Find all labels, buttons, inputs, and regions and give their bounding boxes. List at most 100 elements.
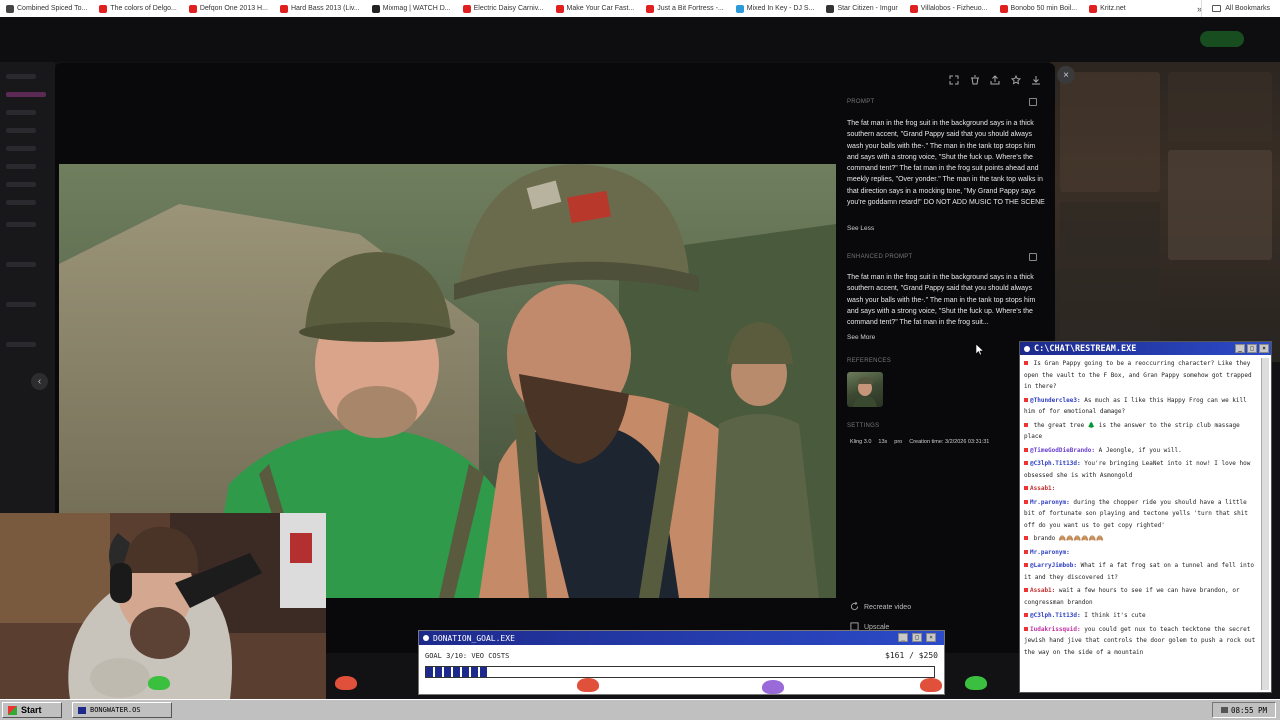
bookmark-item[interactable]: Hard Bass 2013 (Liv... [274, 0, 366, 17]
previous-arrow-button[interactable]: ‹ [31, 373, 48, 390]
chat-message: Mr.paronym: during the chopper ride you … [1024, 497, 1260, 532]
bookmark-item[interactable]: Mixed In Key - DJ S... [730, 0, 821, 17]
chat-text: A Jeongle, if you will. [1098, 446, 1182, 454]
donation-progress-bar [425, 666, 935, 678]
frog-sprite-icon [148, 676, 170, 690]
bookmark-favicon-icon [6, 4, 14, 13]
start-button[interactable]: Start [2, 702, 62, 718]
bookmark-item[interactable]: Electric Daisy Carniv... [457, 0, 550, 17]
copy-icon[interactable] [1029, 98, 1037, 106]
chat-text: the great tree 🌲 is the answer to the st… [1024, 421, 1240, 441]
folder-icon [1212, 5, 1222, 12]
app-icon [423, 635, 429, 641]
chat-title-bar: C:\CHAT\RESTREAM.EXE _ □ × [1020, 342, 1271, 355]
trash-icon[interactable] [969, 74, 981, 86]
minimize-icon[interactable]: _ [1235, 344, 1245, 353]
chat-message: @LarryJimbob: What if a fat frog sat on … [1024, 560, 1260, 583]
download-icon[interactable] [1030, 74, 1042, 86]
donation-goal-label: GOAL 3/10: VEO COSTS [425, 652, 510, 660]
donation-goal-window: DONATION_GOAL.EXE _ □ × GOAL 3/10: VEO C… [418, 630, 945, 695]
bookmark-item[interactable]: Kritz.net [1083, 0, 1132, 17]
recreate-video-button[interactable]: Recreate video [850, 601, 911, 613]
bookmark-item[interactable]: Star Citizen - Imgur [820, 0, 903, 17]
fullscreen-icon[interactable] [948, 74, 960, 86]
bookmark-label: Just a Bit Fortress -... [657, 5, 724, 12]
webcam-overlay [0, 513, 326, 699]
bookmark-label: Kritz.net [1100, 5, 1126, 12]
chat-username: Assab1: [1030, 587, 1056, 594]
bookmark-favicon-icon [462, 4, 471, 13]
chat-username: Mr.paronym: [1030, 548, 1070, 556]
bookmark-item[interactable]: Bonobo 50 min Boil... [994, 0, 1084, 17]
chat-message: @Thunderclee3: As much as I like this Ha… [1024, 395, 1260, 418]
copy-icon[interactable] [1029, 253, 1037, 261]
chat-message: brando 🙈🙈🙈🙈🙈🙈 [1024, 533, 1260, 545]
bookmarks-bar: Combined Spiced To... The colors of Delgo… [0, 0, 1280, 17]
reference-image[interactable] [847, 372, 883, 407]
bookmark-favicon-icon [555, 4, 564, 13]
platform-icon [1024, 447, 1028, 452]
chat-window: C:\CHAT\RESTREAM.EXE _ □ × Is Gran Pappy… [1019, 341, 1272, 693]
chat-scrollbar[interactable] [1261, 358, 1269, 690]
frog-sprite-icon [920, 678, 942, 692]
taskbar-item[interactable]: BONGWATER.OS [72, 702, 172, 718]
maximize-icon[interactable]: □ [1247, 344, 1257, 353]
enhanced-prompt-text: The fat man in the frog suit in the back… [847, 274, 1036, 327]
see-more-link[interactable]: See More [847, 334, 875, 341]
bookmark-favicon-icon [99, 4, 108, 13]
frog-sprite-icon [335, 676, 357, 690]
bookmark-item[interactable]: Villalobos - Fizheuo... [904, 0, 994, 17]
bookmark-label: Combined Spiced To... [17, 5, 88, 12]
bookmark-favicon-icon [909, 4, 918, 13]
model-setting: Kling 3.0 [850, 439, 872, 445]
bookmark-favicon-icon [826, 4, 835, 13]
refresh-icon [850, 601, 859, 613]
bookmark-label: Hard Bass 2013 (Liv... [290, 5, 360, 12]
chat-username: Mr.paronym: [1030, 498, 1070, 506]
bookmark-item[interactable]: Mixmag | WATCH D... [366, 0, 457, 17]
bookmark-favicon-icon [371, 4, 380, 13]
quality-setting: pro [894, 439, 903, 445]
donation-amount: $161 / $250 [885, 651, 938, 660]
bookmark-label: The colors of Delgo... [110, 5, 177, 12]
bookmark-favicon-icon [735, 4, 744, 13]
platform-icon [1024, 461, 1028, 465]
chat-message: Assab1: wait a few hours to see if we ca… [1024, 585, 1260, 608]
bookmark-item[interactable]: Defqon One 2013 H... [183, 0, 274, 17]
share-icon[interactable] [989, 74, 1001, 86]
bookmark-item[interactable]: Combined Spiced To... [0, 0, 93, 17]
star-icon[interactable] [1010, 74, 1022, 86]
see-less-link[interactable]: See Less [847, 225, 874, 232]
chat-message: Is Gran Pappy going to be a reoccurring … [1024, 358, 1260, 393]
bookmark-favicon-icon [646, 4, 655, 13]
bookmark-item[interactable]: Make Your Car Fast... [550, 0, 641, 17]
chat-username: Iudakrissquid: [1030, 625, 1081, 633]
chat-message: Mr.paronym: [1024, 547, 1260, 559]
settings-values: Kling 3.0 13s pro Creation time: 3/2/202… [850, 439, 989, 445]
chat-messages: Is Gran Pappy going to be a reoccurring … [1024, 358, 1260, 690]
platform-icon [1024, 536, 1028, 540]
chat-username: @C3lph.Tit13d: [1030, 460, 1081, 467]
donation-title: DONATION_GOAL.EXE [433, 633, 515, 643]
frog-sprite-icon [965, 676, 987, 690]
chat-text: wait a few hours to see if we can have b… [1024, 587, 1240, 606]
bookmark-item[interactable]: The colors of Delgo... [93, 0, 183, 17]
enhanced-prompt-section-title: ENHANCED PROMPT [847, 254, 913, 260]
maximize-icon[interactable]: □ [912, 633, 922, 642]
platform-icon [1024, 397, 1028, 402]
bookmark-item[interactable]: Just a Bit Fortress -... [640, 0, 730, 17]
minimize-icon[interactable]: _ [898, 633, 908, 642]
all-bookmarks-button[interactable]: All Bookmarks [1201, 0, 1280, 17]
background-sidebar [0, 62, 55, 522]
close-icon[interactable]: × [1259, 344, 1269, 353]
platform-icon [1024, 361, 1028, 365]
close-icon[interactable]: × [926, 633, 936, 642]
bookmark-label: Mixed In Key - DJ S... [746, 5, 815, 12]
speaker-icon [1220, 707, 1228, 713]
chat-message: @C3lph.Tit13d: You're bringing LeaNet in… [1024, 458, 1260, 481]
background-action-button [1200, 31, 1244, 47]
close-modal-button[interactable]: × [1057, 66, 1075, 84]
window-icon [78, 706, 86, 714]
platform-icon [1024, 422, 1028, 427]
bookmark-favicon-icon [279, 4, 288, 13]
